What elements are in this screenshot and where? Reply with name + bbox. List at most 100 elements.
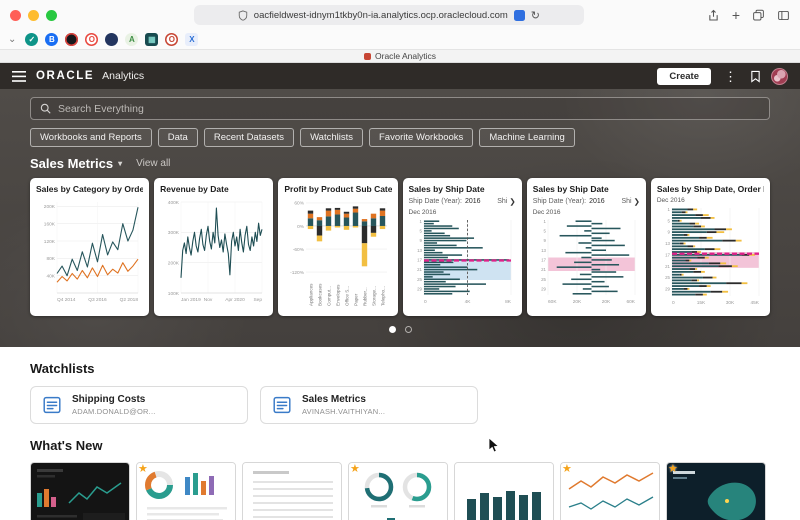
bookmark-icon[interactable] — [750, 70, 761, 83]
svg-text:Appliances: Appliances — [309, 283, 314, 306]
new-star-badge: ★ — [668, 463, 678, 475]
svg-text:200K: 200K — [44, 204, 56, 210]
svg-text:60K: 60K — [626, 299, 635, 305]
chart-card-sales-by-ship-date-order-priority[interactable]: Sales by Ship Date, Order Pri... Dec 201… — [650, 178, 771, 316]
close-window-button[interactable] — [10, 9, 21, 21]
svg-text:29: 29 — [541, 287, 546, 292]
svg-text:4K: 4K — [464, 299, 471, 305]
chevron-right-icon[interactable]: ❯ — [634, 197, 640, 206]
watchlist-name: Shipping Costs — [72, 394, 146, 405]
home-lower-section: Watchlists Shipping Costs ADAM.DONALD@OR… — [0, 347, 800, 520]
filter-label: Ship Date (Year): — [408, 198, 462, 205]
watchlist-name: Sales Metrics — [302, 394, 366, 405]
watchlist-icon — [43, 396, 61, 414]
svg-text:Rubber...: Rubber... — [363, 287, 368, 306]
card-title: Sales by Ship Date — [408, 184, 485, 194]
bookmark-favicon[interactable] — [65, 33, 79, 46]
new-tab-icon[interactable]: + — [732, 8, 740, 22]
user-avatar[interactable] — [771, 67, 788, 85]
card-title: Revenue by Date — [160, 184, 229, 194]
card-title: Profit by Product Sub Categ... — [284, 184, 392, 194]
hamburger-menu-icon[interactable] — [12, 70, 26, 82]
chart-card-revenue-by-date[interactable]: Revenue by Date 400K 300K 200K 100K Jan 2019… — [154, 178, 274, 316]
svg-text:Bookcases: Bookcases — [318, 283, 323, 306]
view-all-link[interactable]: View all — [136, 158, 170, 169]
svg-text:Paper: Paper — [354, 293, 359, 306]
svg-text:Office S...: Office S... — [345, 286, 350, 306]
svg-text:13: 13 — [417, 248, 422, 253]
svg-text:300K: 300K — [168, 230, 180, 236]
thumbnail-preview — [561, 463, 659, 520]
card-title: Sales by Ship Date — [532, 184, 609, 194]
zoom-window-button[interactable] — [46, 9, 57, 21]
bookmark-favicon[interactable]: O — [165, 33, 179, 46]
search-input[interactable] — [58, 102, 760, 115]
chevron-right-icon[interactable]: ❯ — [509, 197, 515, 206]
reload-icon[interactable]: ↻ — [531, 9, 540, 22]
browser-toolbar-icons: + — [707, 8, 790, 22]
search-bar[interactable] — [30, 97, 770, 120]
watchlist-card-shipping-costs[interactable]: Shipping Costs ADAM.DONALD@OR... — [30, 386, 248, 424]
svg-text:15K: 15K — [697, 300, 706, 306]
filter-chip-favorite-workbooks[interactable]: Favorite Workbooks — [369, 128, 474, 147]
svg-text:25: 25 — [665, 275, 670, 280]
svg-text:9: 9 — [419, 238, 422, 243]
svg-text:9: 9 — [543, 238, 546, 243]
extension-badge-icon[interactable] — [513, 9, 525, 21]
minimize-window-button[interactable] — [28, 9, 39, 21]
whats-new-thumbnail-charts[interactable]: ★ — [136, 462, 236, 520]
kebab-menu-icon[interactable]: ⋮ — [721, 70, 740, 83]
filter-chip-workbooks-and-reports[interactable]: Workbooks and Reports — [30, 128, 152, 147]
sidebar-icon[interactable] — [777, 9, 790, 22]
whats-new-thumbnail-gauges[interactable]: ★ — [348, 462, 448, 520]
chevron-down-icon[interactable]: ⌄ — [8, 34, 16, 45]
url-bar[interactable]: oacfieldwest-idnym1tkby0n-ia.analytics.o… — [193, 5, 584, 25]
product-name: Analytics — [102, 70, 145, 82]
whats-new-thumbnail-line-charts[interactable]: ★ — [560, 462, 660, 520]
carousel-dots — [0, 326, 800, 333]
whats-new-thumbnail-dark-map[interactable]: ★ — [666, 462, 766, 520]
carousel-dot-1[interactable] — [388, 326, 396, 333]
svg-text:120K: 120K — [44, 239, 56, 245]
carousel-dot-2[interactable] — [404, 326, 412, 333]
ship-date-filter[interactable]: Ship Date (Year): 2016 Shi ❯ — [409, 197, 516, 206]
chart-card-sales-by-category[interactable]: Sales by Category by Order ... 200K 160K 1… — [30, 178, 150, 316]
share-icon[interactable] — [707, 9, 720, 22]
carousel-title: Sales Metrics — [30, 156, 114, 171]
watchlist-owner: ADAM.DONALD@OR... — [72, 407, 156, 416]
bookmark-favicon[interactable]: O — [85, 33, 99, 46]
sales-by-ship-date-diverging-chart: 60K 20K 20K 60K 1 5 9 13 17 21 25 29 — [541, 219, 636, 305]
svg-text:45K: 45K — [750, 300, 759, 306]
filter-chip-machine-learning[interactable]: Machine Learning — [479, 128, 575, 147]
metric-cards-row: Sales by Category by Order ... 200K160K1… — [30, 178, 771, 316]
svg-text:Sep: Sep — [254, 297, 263, 303]
carousel-header: Sales Metrics ▾ View all — [30, 156, 770, 171]
ship-date-filter[interactable]: Ship Date (Year): 2016 Shi ❯ — [533, 197, 640, 206]
filter-chip-recent-datasets[interactable]: Recent Datasets — [203, 128, 295, 147]
chart-card-sales-by-ship-date-2[interactable]: Sales by Ship Date Ship Date (Year): 201… — [526, 178, 646, 316]
tab-overview-icon[interactable] — [752, 9, 765, 22]
tab-title[interactable]: Oracle Analytics — [375, 51, 436, 61]
bookmark-favicon[interactable]: ▦ — [145, 33, 159, 46]
bookmark-favicon[interactable]: ✓ — [25, 33, 39, 46]
month-label: Dec 2016 — [408, 209, 437, 216]
bookmark-favicon[interactable]: X — [185, 33, 199, 46]
filter-chip-data[interactable]: Data — [157, 128, 198, 147]
bookmark-favicon[interactable]: A — [125, 33, 139, 46]
svg-text:8K: 8K — [505, 299, 512, 305]
svg-text:80K: 80K — [46, 256, 55, 262]
whats-new-thumbnail-dark-dashboard[interactable]: ★ — [30, 462, 130, 520]
chart-card-profit-by-subcategory[interactable]: Profit by Product Sub Categ... 60% 0% -60%… — [278, 178, 398, 316]
watchlist-icon — [273, 396, 291, 414]
chevron-down-icon: ▾ — [118, 159, 123, 168]
whats-new-thumbnail-document[interactable]: ★ — [242, 462, 342, 520]
bookmark-favicon[interactable] — [105, 33, 119, 46]
sales-metrics-dropdown[interactable]: Sales Metrics ▾ — [30, 156, 122, 171]
home-hero-section: ORACLE Analytics Create ⋮ Workbooks and … — [0, 63, 800, 347]
whats-new-thumbnail-bar-chart[interactable]: ★ — [454, 462, 554, 520]
filter-chip-watchlists[interactable]: Watchlists — [300, 128, 363, 147]
watchlist-card-sales-metrics[interactable]: Sales Metrics AVINASH.VAITHIYAN... — [260, 386, 478, 424]
chart-card-sales-by-ship-date-1[interactable]: Sales by Ship Date Ship Date (Year): 201… — [402, 178, 522, 316]
create-button[interactable]: Create — [657, 67, 711, 85]
bookmark-favicon[interactable]: B — [45, 33, 59, 46]
